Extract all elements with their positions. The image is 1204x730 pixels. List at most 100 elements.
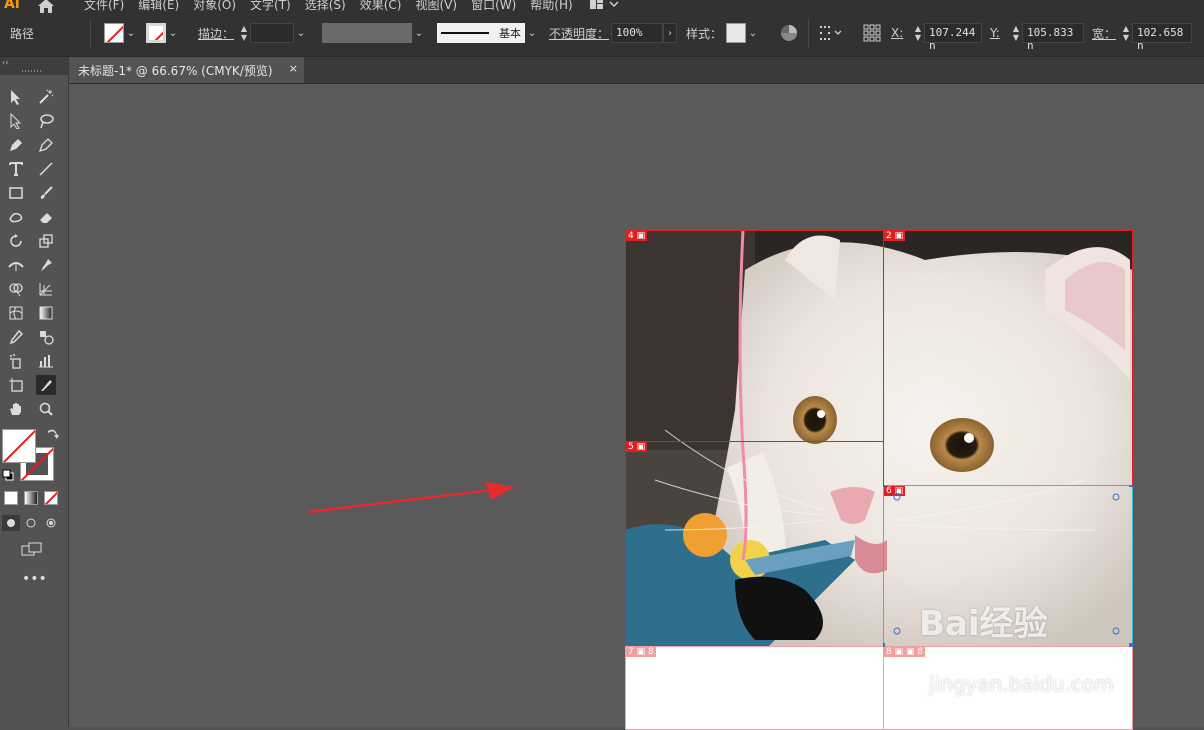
workspace-switcher-icon[interactable] xyxy=(584,0,624,14)
none-mode-icon[interactable] xyxy=(44,491,58,505)
slice-number-label: 4 ▣ xyxy=(626,231,648,241)
graphic-style-swatch[interactable] xyxy=(726,23,746,43)
graphic-style-dropdown-icon[interactable]: ⌄ xyxy=(746,23,760,43)
symbol-sprayer-tool-icon[interactable] xyxy=(6,351,26,371)
menu-bar: Ai 文件(F) 编辑(E) 对象(O) 文字(T) 选择(S) 效果(C) 视… xyxy=(0,0,1204,14)
menu-edit[interactable]: 编辑(E) xyxy=(138,0,179,13)
stroke-weight-label[interactable]: 描边： xyxy=(198,25,234,42)
brush-definition-select[interactable]: 基本 xyxy=(437,23,525,43)
slice-5[interactable] xyxy=(625,441,884,647)
width-spinner[interactable]: ▲ ▼ xyxy=(1120,23,1132,43)
stroke-swatch[interactable] xyxy=(146,23,166,43)
slice-4[interactable] xyxy=(625,230,884,442)
fill-swatch[interactable] xyxy=(104,23,124,43)
stroke-dropdown-icon[interactable]: ⌄ xyxy=(166,23,180,43)
width-tool-icon[interactable] xyxy=(6,255,26,275)
color-mode-icon[interactable] xyxy=(4,491,18,505)
eraser-tool-icon[interactable] xyxy=(36,207,56,227)
selection-tool-icon[interactable] xyxy=(6,87,26,107)
x-field[interactable]: 107.244 n xyxy=(924,23,982,52)
fill-color-box[interactable] xyxy=(2,429,36,463)
menu-object[interactable]: 对象(O) xyxy=(193,0,236,13)
rectangle-tool-icon[interactable] xyxy=(6,183,26,203)
curvature-tool-icon[interactable] xyxy=(36,135,56,155)
width-field[interactable]: 102.658 n xyxy=(1132,23,1192,52)
hand-tool-icon[interactable] xyxy=(6,399,26,419)
document-tab-bar: 未标题-1* @ 66.67% (CMYK/预览) × xyxy=(68,57,1204,84)
home-icon[interactable] xyxy=(36,0,56,14)
menu-help[interactable]: 帮助(H) xyxy=(530,0,572,13)
eyedropper-tool-icon[interactable] xyxy=(6,327,26,347)
menu-select[interactable]: 选择(S) xyxy=(305,0,346,13)
align-icon[interactable] xyxy=(818,22,844,44)
variable-width-profile[interactable] xyxy=(322,23,412,43)
artboard-tool-icon[interactable] xyxy=(6,375,26,395)
close-icon[interactable]: × xyxy=(289,62,298,75)
slice-tool-icon[interactable] xyxy=(36,375,56,395)
lasso-tool-icon[interactable] xyxy=(36,111,56,131)
recolor-artwork-icon[interactable] xyxy=(779,22,799,44)
swap-fill-stroke-icon[interactable] xyxy=(46,429,60,444)
blend-tool-icon[interactable] xyxy=(36,327,56,347)
default-fill-stroke-icon[interactable] xyxy=(2,469,14,484)
draw-normal-icon[interactable] xyxy=(2,515,20,531)
slice-number: 4 xyxy=(628,231,634,241)
x-spinner[interactable]: ▲ ▼ xyxy=(912,23,924,43)
zoom-tool-icon[interactable] xyxy=(36,399,56,419)
scale-tool-icon[interactable] xyxy=(36,231,56,251)
slice-number-label: 8 ▣ ▣ 8 xyxy=(884,647,926,657)
menu-effect[interactable]: 效果(C) xyxy=(360,0,402,13)
slice-number: 8 xyxy=(886,647,892,657)
opacity-field[interactable]: 100% xyxy=(611,23,663,43)
draw-inside-icon[interactable] xyxy=(42,515,60,531)
menu-type[interactable]: 文字(T) xyxy=(250,0,291,13)
control-bar: 路径 ⌄ ⌄ 描边： ▲ ▼ ⌄ ⌄ 基本 ⌄ 不透明度： 100% › 样式： … xyxy=(0,14,1204,57)
stroke-weight-spinner[interactable]: ▲ ▼ xyxy=(238,23,250,43)
mesh-tool-icon[interactable] xyxy=(6,303,26,323)
magic-wand-tool-icon[interactable] xyxy=(36,87,56,107)
menu-window[interactable]: 窗口(W) xyxy=(471,0,516,13)
shape-builder-tool-icon[interactable] xyxy=(6,279,26,299)
opacity-arrow-icon[interactable]: › xyxy=(663,23,677,43)
canvas[interactable]: 4 ▣ 2 ▣ 5 ▣ 6 ▣ 7 ▣ 8 8 ▣ ▣ 8 Bai经验 jing… xyxy=(69,84,1204,730)
slice-7[interactable] xyxy=(625,646,884,730)
artboard[interactable]: 4 ▣ 2 ▣ 5 ▣ 6 ▣ 7 ▣ 8 8 ▣ ▣ 8 xyxy=(625,230,1133,730)
document-tab-title: 未标题-1* @ 66.67% (CMYK/预览) xyxy=(78,63,273,78)
gradient-mode-icon[interactable] xyxy=(24,491,38,505)
stroke-weight-field[interactable] xyxy=(250,23,294,43)
y-field[interactable]: 105.833 n xyxy=(1022,23,1084,52)
line-segment-tool-icon[interactable] xyxy=(36,159,56,179)
rotate-tool-icon[interactable] xyxy=(6,231,26,251)
brush-dropdown-icon[interactable]: ⌄ xyxy=(525,23,539,43)
column-graph-tool-icon[interactable] xyxy=(36,351,56,371)
stroke-weight-dropdown-icon[interactable]: ⌄ xyxy=(294,23,308,43)
watermark-brand: Bai经验 xyxy=(919,604,1048,644)
fill-dropdown-icon[interactable]: ⌄ xyxy=(124,23,138,43)
menu-file[interactable]: 文件(F) xyxy=(84,0,124,13)
svg-text:‹‹: ‹‹ xyxy=(2,58,8,67)
width-label: 宽： xyxy=(1092,26,1117,41)
transform-reference-icon[interactable] xyxy=(862,22,882,44)
brush-definition-value: 基本 xyxy=(499,27,521,40)
gradient-tool-icon[interactable] xyxy=(36,303,56,323)
x-label: X: xyxy=(891,26,904,40)
y-spinner[interactable]: ▲ ▼ xyxy=(1010,23,1022,43)
slice-number: 7 xyxy=(628,647,634,657)
type-tool-icon[interactable] xyxy=(6,159,26,179)
document-tab[interactable]: 未标题-1* @ 66.67% (CMYK/预览) × xyxy=(68,57,304,83)
menu-view[interactable]: 视图(V) xyxy=(415,0,457,13)
more-tools-icon[interactable]: ••• xyxy=(22,571,47,587)
direct-selection-tool-icon[interactable] xyxy=(6,111,26,131)
slice-2[interactable] xyxy=(883,230,1133,486)
draw-behind-icon[interactable] xyxy=(22,515,40,531)
opacity-label[interactable]: 不透明度： xyxy=(549,25,609,42)
slice-number-label: 2 ▣ xyxy=(884,231,906,241)
pen-tool-icon[interactable] xyxy=(6,135,26,155)
color-mode-row xyxy=(4,491,64,507)
panel-grip[interactable]: ‹‹ xyxy=(0,57,68,75)
shaper-tool-icon[interactable] xyxy=(6,207,26,227)
screen-mode-icon[interactable] xyxy=(20,539,44,559)
paintbrush-tool-icon[interactable] xyxy=(36,183,56,203)
puppet-warp-tool-icon[interactable] xyxy=(36,255,56,275)
perspective-grid-tool-icon[interactable] xyxy=(36,279,56,299)
